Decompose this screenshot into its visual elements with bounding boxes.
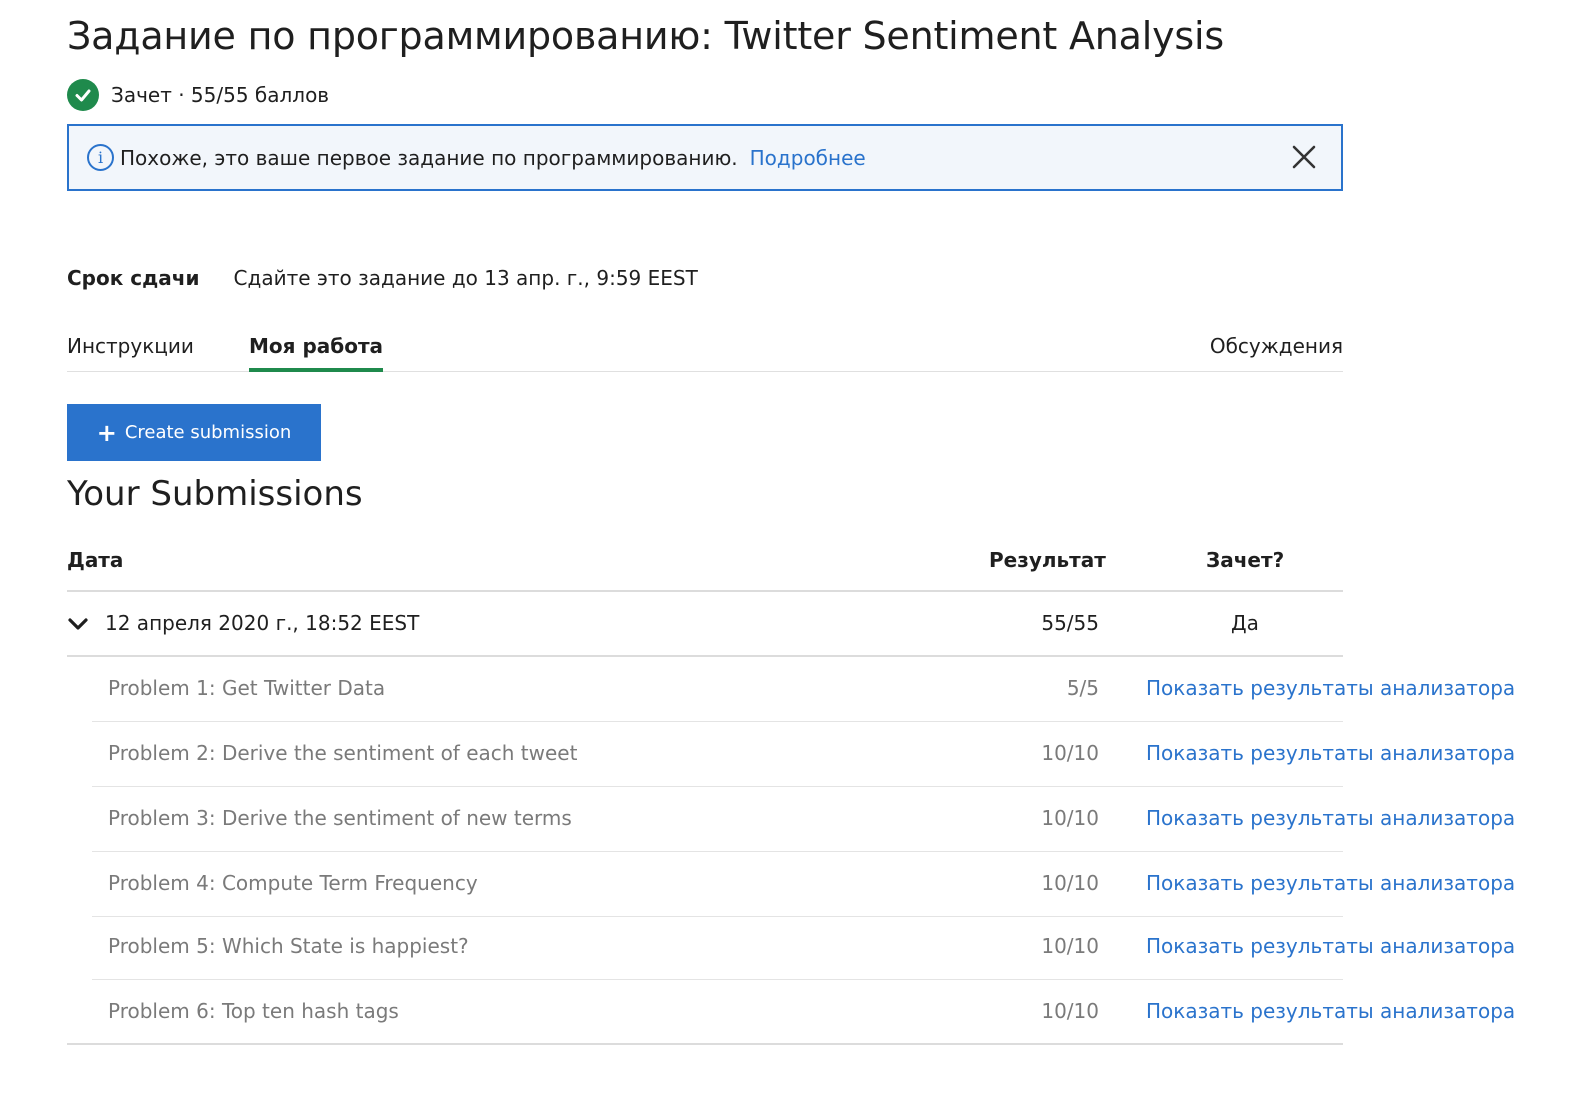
deadline-text: Сдайте это задание до 13 апр. г., 9:59 E…	[233, 266, 698, 290]
problem-score: 10/10	[1041, 999, 1099, 1023]
problem-row: Problem 3: Derive the sentiment of new t…	[92, 787, 1515, 852]
problem-row: Problem 1: Get Twitter Data 5/5 Показать…	[92, 657, 1515, 722]
banner-message: Похоже, это ваше первое задание по прогр…	[120, 145, 738, 170]
grader-output-link[interactable]: Показать результаты анализатора	[1146, 934, 1515, 958]
banner-learn-more-link[interactable]: Подробнее	[750, 146, 866, 170]
problem-score: 10/10	[1041, 741, 1099, 765]
problem-name: Problem 5: Which State is happiest?	[108, 934, 469, 958]
problem-score: 10/10	[1041, 806, 1099, 830]
create-submission-label: Create submission	[124, 422, 292, 443]
grader-output-link[interactable]: Показать результаты анализатора	[1146, 999, 1515, 1023]
submissions-table-header: Дата Результат Зачет?	[67, 540, 1343, 592]
submission-score: 55/55	[1041, 611, 1099, 635]
grade-status: Зачет · 55/55 баллов	[67, 78, 329, 112]
info-banner: i Похоже, это ваше первое задание по про…	[67, 124, 1343, 191]
problem-name: Problem 6: Top ten hash tags	[108, 999, 399, 1023]
chevron-down-icon[interactable]	[67, 614, 89, 636]
problem-name: Problem 4: Compute Term Frequency	[108, 871, 478, 895]
problem-row: Problem 5: Which State is happiest? 10/1…	[92, 915, 1515, 980]
assignment-page: Задание по программированию: Twitter Sen…	[0, 0, 1592, 1096]
problem-row: Problem 2: Derive the sentiment of each …	[92, 722, 1515, 787]
problem-score: 10/10	[1041, 934, 1099, 958]
tab-instructions[interactable]: Инструкции	[67, 326, 194, 372]
column-passed: Зачет?	[1206, 548, 1285, 572]
create-submission-button[interactable]: + Create submission	[67, 404, 321, 461]
grader-output-link[interactable]: Показать результаты анализатора	[1146, 676, 1515, 700]
submissions-title: Your Submissions	[67, 474, 363, 514]
submission-passed: Да	[1231, 611, 1259, 635]
tab-my-work[interactable]: Моя работа	[249, 326, 384, 372]
page-title: Задание по программированию: Twitter Sen…	[67, 14, 1224, 58]
problem-name: Problem 2: Derive the sentiment of each …	[108, 741, 578, 765]
problem-name: Problem 1: Get Twitter Data	[108, 676, 386, 700]
close-icon[interactable]	[1287, 140, 1321, 174]
deadline-row: Срок сдачи Сдайте это задание до 13 апр.…	[67, 262, 698, 294]
problem-score: 5/5	[1066, 676, 1099, 700]
problem-score: 10/10	[1041, 871, 1099, 895]
assignment-tabs: Инструкции Моя работа Обсуждения	[67, 326, 1343, 372]
grader-output-link[interactable]: Показать результаты анализатора	[1146, 806, 1515, 830]
grade-text: Зачет · 55/55 баллов	[111, 83, 330, 107]
problem-row: Problem 6: Top ten hash tags 10/10 Показ…	[92, 980, 1515, 1045]
submission-row: 12 апреля 2020 г., 18:52 EEST 55/55 Да	[67, 592, 1343, 657]
grader-output-link[interactable]: Показать результаты анализатора	[1146, 741, 1515, 765]
column-result: Результат	[989, 548, 1106, 572]
tab-discussions[interactable]: Обсуждения	[1210, 326, 1343, 372]
table-bottom-divider	[67, 1043, 1343, 1045]
plus-icon: +	[96, 418, 117, 447]
problem-row: Problem 4: Compute Term Frequency 10/10 …	[92, 852, 1515, 917]
grader-output-link[interactable]: Показать результаты анализатора	[1146, 871, 1515, 895]
column-date: Дата	[67, 548, 124, 572]
check-circle-icon	[67, 79, 99, 111]
info-icon: i	[87, 144, 114, 171]
deadline-label: Срок сдачи	[67, 266, 200, 290]
problem-name: Problem 3: Derive the sentiment of new t…	[108, 806, 572, 830]
submission-date: 12 апреля 2020 г., 18:52 EEST	[105, 611, 420, 635]
